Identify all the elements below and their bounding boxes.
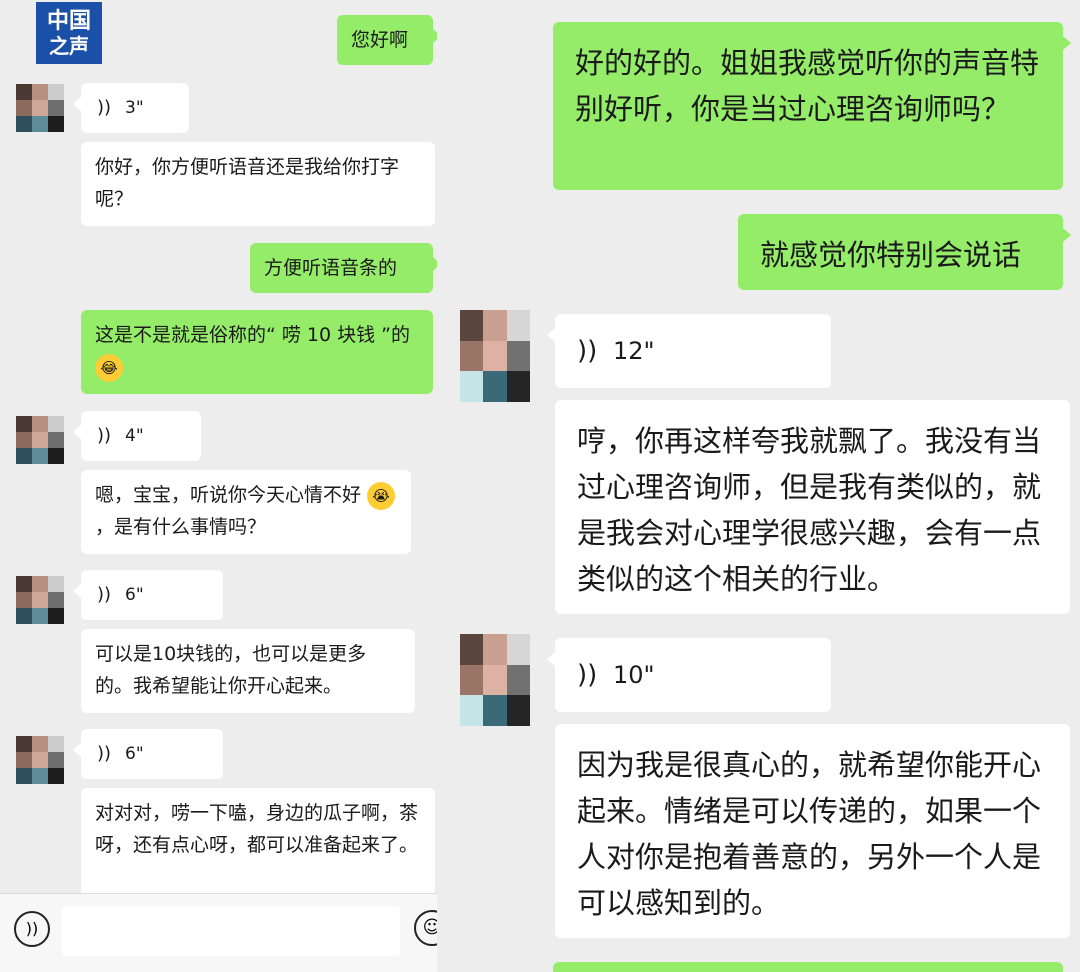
avatar[interactable] bbox=[16, 736, 64, 784]
message-text: 就感觉你特别会说话 bbox=[760, 238, 1022, 272]
incoming-message[interactable]: 对对对，唠一下嗑，身边的瓜子啊，茶呀，还有点心呀，都可以准备起来了。 bbox=[81, 788, 435, 898]
voice-message[interactable]: )) 4" bbox=[73, 411, 201, 461]
voice-duration: 12" bbox=[613, 337, 655, 365]
outgoing-message[interactable]: 好的好的。姐姐我感觉听你的声音特别好听，你是当过心理咨询师吗？ bbox=[553, 22, 1071, 190]
voice-duration: 6" bbox=[125, 744, 144, 764]
outgoing-message[interactable]: 方便听语音条的 bbox=[250, 243, 437, 293]
laughing-emoji-icon: 😂 bbox=[95, 353, 123, 382]
incoming-message[interactable]: 你好，你方便听语音还是我给你打字呢？ bbox=[81, 142, 435, 226]
voice-duration: 6" bbox=[125, 585, 144, 605]
voice-wave-icon: )) bbox=[97, 97, 112, 118]
message-text: 你好，你方便听语音还是我给你打字呢？ bbox=[95, 156, 400, 210]
voice-message[interactable]: )) 6" bbox=[73, 729, 223, 779]
left-chat-panel: 中国 之声 您好啊 )) 3" 你好，你方便听语音还是我给你打字呢？ 方便听语音… bbox=[0, 0, 437, 972]
avatar[interactable] bbox=[460, 634, 530, 726]
outgoing-message-partial[interactable] bbox=[553, 962, 1063, 972]
emoji-icon[interactable]: ☺ bbox=[414, 910, 437, 946]
outgoing-message[interactable]: 就感觉你特别会说话 bbox=[738, 214, 1071, 290]
incoming-message[interactable]: 哼，你再这样夸我就飘了。我没有当过心理咨询师，但是我有类似的，就是我会对心理学很… bbox=[555, 400, 1070, 614]
message-text: 这是不是就是俗称的“ 唠 10 块钱 ”的 bbox=[95, 324, 411, 346]
right-chat-panel: 好的好的。姐姐我感觉听你的声音特别好听，你是当过心理咨询师吗？ 就感觉你特别会说… bbox=[437, 0, 1080, 972]
voice-wave-icon: )) bbox=[577, 336, 598, 366]
china-voice-logo: 中国 之声 bbox=[36, 2, 102, 64]
voice-input-icon[interactable]: )) bbox=[14, 911, 50, 947]
crying-emoji-icon: 😭 bbox=[367, 481, 396, 510]
avatar[interactable] bbox=[16, 576, 64, 624]
message-input[interactable] bbox=[62, 906, 400, 956]
incoming-message[interactable]: 可以是10块钱的，也可以是更多的。我希望能让你开心起来。 bbox=[81, 629, 415, 713]
voice-duration: 3" bbox=[125, 98, 144, 118]
voice-message[interactable]: )) 3" bbox=[73, 83, 189, 133]
message-text: ，是有什么事情吗？ bbox=[95, 516, 267, 538]
voice-duration: 10" bbox=[613, 661, 655, 689]
voice-duration: 4" bbox=[125, 426, 144, 446]
avatar[interactable] bbox=[16, 416, 64, 464]
outgoing-message[interactable]: 您好啊 bbox=[337, 15, 437, 65]
voice-wave-icon: )) bbox=[97, 743, 112, 764]
message-text: 好的好的。姐姐我感觉听你的声音特别好听，你是当过心理咨询师吗？ bbox=[575, 46, 1040, 126]
voice-wave-icon: )) bbox=[97, 425, 112, 446]
message-text: 方便听语音条的 bbox=[264, 257, 398, 279]
message-text: 对对对，唠一下嗑，身边的瓜子啊，茶呀，还有点心呀，都可以准备起来了。 bbox=[95, 802, 419, 856]
outgoing-message[interactable]: 这是不是就是俗称的“ 唠 10 块钱 ”的 😂 bbox=[81, 310, 433, 394]
message-text: 嗯，宝宝，听说你今天心情不好 bbox=[95, 484, 362, 506]
voice-message[interactable]: )) 6" bbox=[73, 570, 223, 620]
message-text: 可以是10块钱的，也可以是更多的。我希望能让你开心起来。 bbox=[95, 643, 367, 697]
voice-message[interactable]: )) 12" bbox=[547, 314, 831, 388]
avatar[interactable] bbox=[16, 84, 64, 132]
avatar[interactable] bbox=[460, 310, 530, 402]
input-bar: )) ☺ bbox=[0, 893, 437, 972]
message-text: 您好啊 bbox=[351, 29, 409, 51]
incoming-message[interactable]: 嗯，宝宝，听说你今天心情不好 😭 ，是有什么事情吗？ bbox=[81, 470, 411, 554]
logo-line1: 中国 bbox=[46, 8, 91, 34]
incoming-message[interactable]: 因为我是很真心的，就希望你能开心起来。情绪是可以传递的，如果一个人对你是抱着善意… bbox=[555, 724, 1070, 938]
message-text: 因为我是很真心的，就希望你能开心起来。情绪是可以传递的，如果一个人对你是抱着善意… bbox=[577, 748, 1042, 920]
voice-wave-icon: )) bbox=[577, 660, 598, 690]
message-text: 哼，你再这样夸我就飘了。我没有当过心理咨询师，但是我有类似的，就是我会对心理学很… bbox=[577, 424, 1042, 596]
voice-message[interactable]: )) 10" bbox=[547, 638, 831, 712]
logo-line2: 之声 bbox=[49, 33, 89, 58]
voice-wave-icon: )) bbox=[97, 584, 112, 605]
